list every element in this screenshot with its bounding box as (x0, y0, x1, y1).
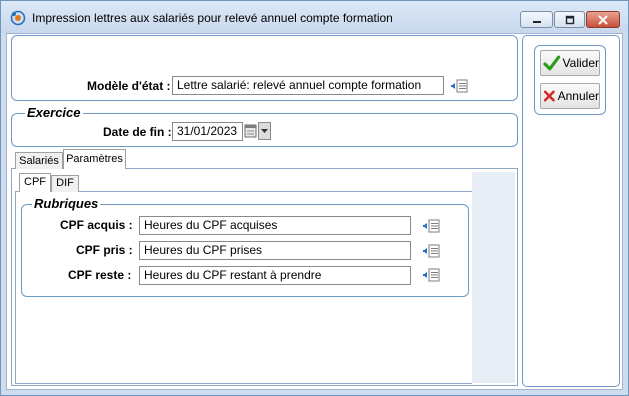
cancel-button[interactable]: Annuler (540, 83, 600, 109)
date-field[interactable]: 31/01/2023 (172, 122, 243, 141)
cpf-reste-field[interactable]: Heures du CPF restant à prendre (139, 266, 411, 285)
close-button[interactable] (586, 11, 620, 28)
tab-parametres[interactable]: Paramètres (63, 149, 126, 169)
minimize-button[interactable] (520, 11, 553, 28)
cancel-label: Annuler (557, 89, 599, 103)
date-label: Date de fin : (103, 125, 172, 139)
tab-cpf[interactable]: CPF (19, 173, 51, 192)
cpf-pris-label: CPF pris : (76, 243, 133, 257)
validate-button[interactable]: Valider (540, 50, 600, 76)
list-picker-icon[interactable] (422, 268, 440, 282)
app-icon (10, 10, 26, 26)
minimize-icon (532, 20, 541, 23)
chevron-down-icon[interactable] (258, 122, 271, 140)
cpf-acquis-label: CPF acquis : (60, 218, 133, 232)
tab-dif[interactable]: DIF (51, 175, 79, 192)
cpf-pris-field[interactable]: Heures du CPF prises (139, 241, 411, 260)
dialog-window: Impression lettres aux salariés pour rel… (0, 0, 629, 396)
window-title: Impression lettres aux salariés pour rel… (32, 11, 393, 25)
tab-salaries[interactable]: Salariés (15, 152, 63, 169)
cpf-reste-label: CPF reste : (68, 268, 132, 282)
list-picker-icon[interactable] (422, 219, 440, 233)
restore-icon (565, 15, 574, 24)
model-label: Modèle d'état : (87, 79, 171, 93)
cpf-acquis-field[interactable]: Heures du CPF acquises (139, 216, 411, 235)
title-bar[interactable]: Impression lettres aux salariés pour rel… (1, 1, 628, 33)
checkmark-icon (543, 55, 561, 71)
model-field[interactable]: Lettre salarié: relevé annuel compte for… (172, 76, 444, 95)
exercice-caption: Exercice (25, 105, 83, 120)
list-picker-icon[interactable] (450, 79, 468, 93)
maximize-button[interactable] (554, 11, 585, 28)
close-icon (598, 14, 608, 25)
list-picker-icon[interactable] (422, 244, 440, 258)
rubriques-caption: Rubriques (32, 196, 101, 211)
scroll-strip (472, 172, 515, 383)
validate-label: Valider (562, 56, 599, 70)
red-x-icon (543, 90, 555, 102)
calendar-icon[interactable] (244, 122, 257, 140)
